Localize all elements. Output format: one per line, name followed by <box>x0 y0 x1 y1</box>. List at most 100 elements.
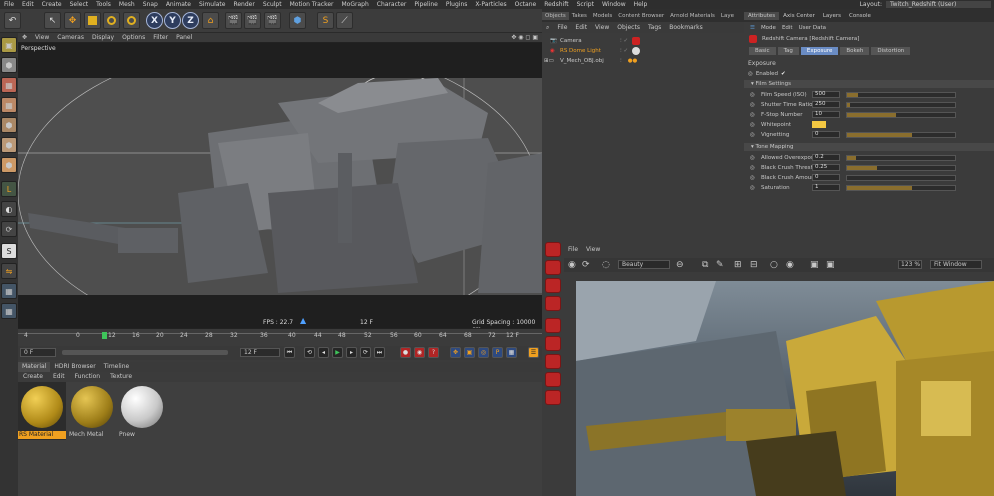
redshift-volume-icon[interactable] <box>545 390 561 405</box>
render-image[interactable] <box>576 281 994 496</box>
menu-octane[interactable]: Octane <box>511 1 541 8</box>
timeline-menu-icon[interactable]: ☰ <box>528 347 539 358</box>
key-rotation-icon[interactable]: ◎ <box>478 347 489 358</box>
search-icon[interactable]: ⌕ <box>542 24 553 32</box>
locked-workplane-icon[interactable]: ⇋ <box>1 263 17 279</box>
animate-dot-icon[interactable]: ◎ <box>750 132 755 138</box>
animate-dot-icon[interactable]: ◎ <box>750 112 755 118</box>
param-field[interactable]: 250 <box>812 101 840 108</box>
redshift-area-light-icon[interactable] <box>545 296 561 311</box>
cube-icon[interactable]: ⬢ <box>289 12 306 29</box>
render-icon[interactable]: ◉ <box>568 260 576 270</box>
object-row-v-mech-obj[interactable]: ⊞▭ V_Mech_OBJ.obj ⁝ ●● <box>542 56 744 65</box>
tab-attributes[interactable]: Attributes <box>744 11 780 20</box>
viewport-nav-icon[interactable]: ✥ ◉ ◻ ▣ <box>507 34 542 41</box>
spline-pen-icon[interactable]: S <box>317 12 334 29</box>
object-menu-edit[interactable]: Edit <box>571 24 591 31</box>
aov-dropdown[interactable]: Beauty <box>618 260 670 269</box>
menu-simulate[interactable]: Simulate <box>195 1 230 8</box>
key-scale-icon[interactable]: ▣ <box>464 347 475 358</box>
render-view-icon[interactable]: 🎬 <box>225 12 242 29</box>
save-image-icon[interactable]: ▣ <box>810 260 819 270</box>
menu-pipeline[interactable]: Pipeline <box>410 1 441 8</box>
key-pla-icon[interactable]: ▦ <box>506 347 517 358</box>
visibility-dots-icon[interactable]: ⁝ ✓ <box>620 38 628 44</box>
viewport-move-icon[interactable]: ✥ <box>18 34 31 41</box>
tab-layers[interactable]: Laye <box>718 12 737 20</box>
y-axis-button[interactable]: Y <box>164 12 181 29</box>
tab-models[interactable]: Models <box>590 12 615 20</box>
planar-workplane-icon[interactable]: ▦ <box>1 283 17 299</box>
zoom-field[interactable]: 123 % <box>898 260 922 269</box>
material-menu-create[interactable]: Create <box>18 372 48 382</box>
frame-slider[interactable] <box>62 350 228 355</box>
object-row-rs-dome-light[interactable]: ◉ RS Dome Light ⁝ ✓ <box>542 46 744 55</box>
stop-icon[interactable]: ◌ <box>602 260 610 270</box>
current-frame-field[interactable]: 12 F <box>240 348 280 357</box>
redshift-ies-light-icon[interactable] <box>545 318 561 333</box>
menu-plugins[interactable]: Plugins <box>442 1 472 8</box>
attr-menu-mode[interactable]: Mode <box>761 25 776 31</box>
animate-dot-icon[interactable]: ◎ <box>748 71 753 77</box>
object-row-camera[interactable]: 📷 Camera ⁝ ✓ <box>542 36 744 45</box>
points-mode-icon[interactable]: ⬢ <box>1 117 17 133</box>
redshift-dome-light-icon[interactable] <box>545 278 561 293</box>
menu-mesh[interactable]: Mesh <box>115 1 139 8</box>
layout-dropdown[interactable]: Twitch_Redshift (User) <box>886 1 991 8</box>
refresh-icon[interactable]: ⟳ <box>582 260 590 270</box>
redshift-light-icon[interactable] <box>545 260 561 275</box>
param-slider[interactable] <box>846 184 956 191</box>
material-swatch-mech-metal[interactable]: Mech Metal <box>68 382 116 440</box>
menu-animate[interactable]: Animate <box>162 1 195 8</box>
tab-hdri-browser[interactable]: HDRI Browser <box>50 362 99 372</box>
menu-x-particles[interactable]: X-Particles <box>471 1 510 8</box>
menu-file[interactable]: File <box>0 1 18 8</box>
tab-objects[interactable]: Objects <box>542 11 569 20</box>
animate-dot-icon[interactable]: ◎ <box>750 185 755 191</box>
viewport-menu-display[interactable]: Display <box>88 34 118 41</box>
render-settings-icon[interactable]: 🎬 <box>264 12 281 29</box>
deformer-icon[interactable]: ⟋ <box>336 12 353 29</box>
render-menu-view[interactable]: View <box>582 246 604 256</box>
menu-snap[interactable]: Snap <box>139 1 162 8</box>
tweak-mode-icon[interactable]: ◐ <box>1 201 17 217</box>
next-key-icon[interactable]: ⟳ <box>360 347 371 358</box>
go-to-start-icon[interactable]: ⏮ <box>284 347 295 358</box>
menu-select[interactable]: Select <box>66 1 93 8</box>
texture-mode-icon[interactable]: ▦ <box>1 77 17 93</box>
subtab-bokeh[interactable]: Bokeh <box>840 46 870 55</box>
viewport-menu-filter[interactable]: Filter <box>149 34 172 41</box>
start-frame-field[interactable]: 0 F <box>20 348 56 357</box>
subtab-tag[interactable]: Tag <box>777 46 799 55</box>
animate-dot-icon[interactable]: ◎ <box>750 175 755 181</box>
param-slider[interactable] <box>846 174 956 181</box>
animate-dot-icon[interactable]: ◎ <box>750 102 755 108</box>
model-mode-icon[interactable]: ⬢ <box>1 57 17 73</box>
object-menu-file[interactable]: File <box>553 24 571 31</box>
key-parameter-icon[interactable]: P <box>492 347 503 358</box>
tab-timeline[interactable]: Timeline <box>100 362 134 372</box>
param-field[interactable]: 1 <box>812 184 840 191</box>
material-swatch-pnew[interactable]: Pnew <box>118 382 166 440</box>
previous-key-icon[interactable]: ⟲ <box>304 347 315 358</box>
enabled-row[interactable]: ◎ Enabled ✔ <box>744 69 994 78</box>
param-slider[interactable] <box>846 101 956 108</box>
viewport-menu-options[interactable]: Options <box>118 34 149 41</box>
tab-arnold-materials[interactable]: Arnold Materials <box>667 12 718 20</box>
polygons-mode-icon[interactable]: ⬢ <box>1 157 17 173</box>
menu-mograph[interactable]: MoGraph <box>338 1 373 8</box>
param-slider[interactable] <box>846 91 956 98</box>
color-picker-icon[interactable]: ✎ <box>716 260 724 270</box>
undo-icon[interactable]: ↶ <box>4 12 21 29</box>
axis-mode-icon[interactable]: L <box>1 181 17 197</box>
object-menu-tags[interactable]: Tags <box>644 24 665 31</box>
go-to-end-icon[interactable]: ⏭ <box>374 347 385 358</box>
timeline-ruler[interactable]: 4 0 12 16 20 24 28 32 36 40 44 48 52 56 … <box>18 328 542 346</box>
param-slider[interactable] <box>846 164 956 171</box>
enable-snap-icon[interactable]: S <box>1 243 17 259</box>
compare-icon[interactable]: ▣ <box>826 260 835 270</box>
snapshot-icon[interactable]: ⊞ <box>734 260 742 270</box>
record-icon[interactable]: ● <box>400 347 411 358</box>
subtab-basic[interactable]: Basic <box>749 46 776 55</box>
region-icon[interactable]: ○ <box>770 260 778 270</box>
